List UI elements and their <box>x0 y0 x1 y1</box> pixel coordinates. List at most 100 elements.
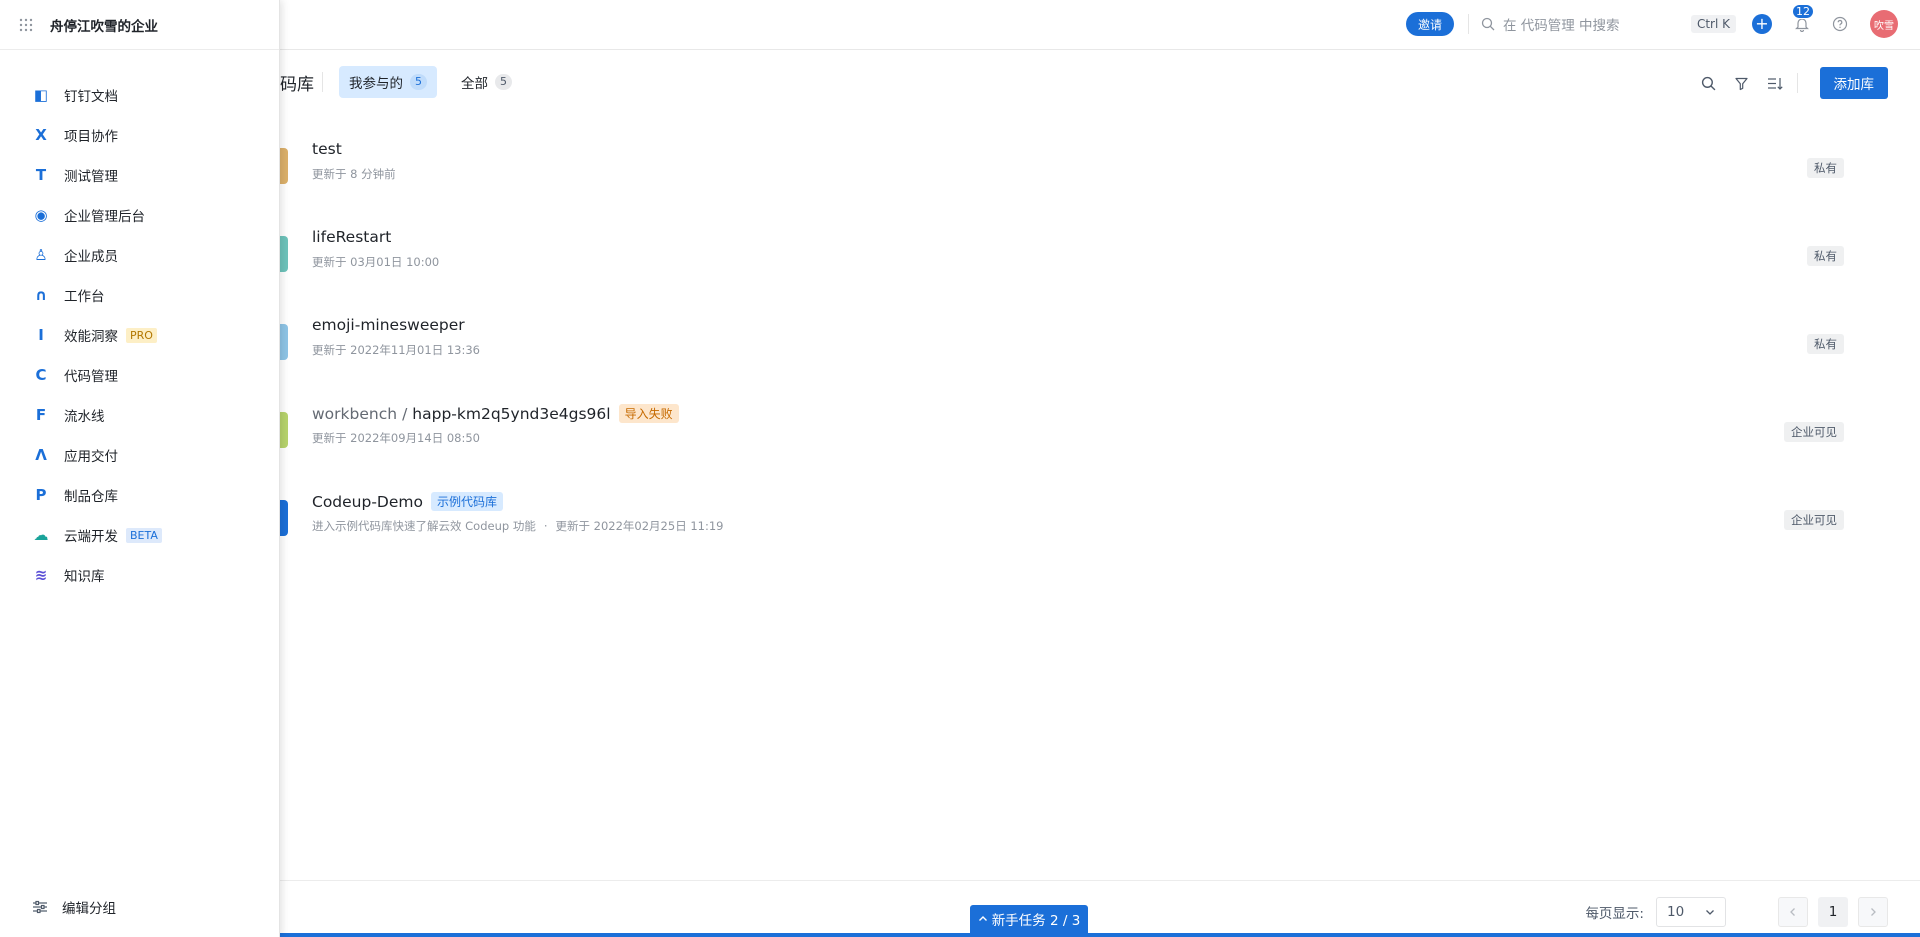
sidebar-item-insight[interactable]: I 效能洞察 PRO <box>0 315 279 355</box>
sidebar-item-badge: PRO <box>126 327 157 343</box>
tab-label: 我参与的 <box>349 76 403 92</box>
divider <box>322 72 323 92</box>
page-title: 码库 <box>280 75 314 95</box>
repo-color-bar <box>280 412 288 448</box>
sidebar-item-pipeline[interactable]: F 流水线 <box>0 395 279 435</box>
sidebar-item-label: 企业成员 <box>64 249 118 265</box>
repo-updated: 更新于 2022年02月25日 11:19 <box>555 519 724 533</box>
help-button[interactable] <box>1832 16 1848 32</box>
add-repo-button[interactable]: 添加库 <box>1819 67 1888 99</box>
sidebar-header: 舟停江吹雪的企业 <box>0 0 279 50</box>
filter-icon[interactable] <box>1734 76 1749 91</box>
sort-icon[interactable] <box>1767 76 1783 91</box>
sidebar-item-label: 知识库 <box>64 569 105 585</box>
top-bar-actions: 邀请 在 代码管理 中搜索 Ctrl K + 12 吹雪 <box>1405 0 1920 48</box>
create-button[interactable]: + <box>1752 14 1772 34</box>
visibility-badge: 私有 <box>1807 246 1844 266</box>
invite-button[interactable]: 邀请 <box>1405 12 1454 36</box>
repo-color-bar <box>280 500 288 536</box>
user-avatar[interactable]: 吹雪 <box>1870 10 1898 38</box>
app-grid-icon[interactable] <box>18 17 34 33</box>
visibility-badge: 企业可见 <box>1784 510 1844 530</box>
demo-repo-tag: 示例代码库 <box>431 492 504 511</box>
chevron-up-icon <box>978 916 987 921</box>
sidebar-item-artifact[interactable]: P 制品仓库 <box>0 475 279 515</box>
repo-row[interactable]: workbench / happ-km2q5ynd3e4gs96l 导入失败 更… <box>280 394 1920 482</box>
repo-namespace[interactable]: workbench <box>312 405 397 423</box>
sidebar-item-members[interactable]: ♙ 企业成员 <box>0 235 279 275</box>
edit-group-button[interactable]: 编辑分组 <box>0 892 116 922</box>
cloud-dev-icon: ☁ <box>33 526 49 544</box>
delivery-icon: Λ <box>35 446 47 464</box>
search-placeholder: 在 代码管理 中搜索 <box>1502 18 1620 34</box>
dingtalk-doc-icon: ◧ <box>33 86 49 104</box>
import-failed-tag: 导入失败 <box>618 404 679 423</box>
search-icon[interactable] <box>1701 76 1716 91</box>
repo-name[interactable]: emoji-minesweeper <box>312 316 465 334</box>
sidebar-item-dingtalk-doc[interactable]: ◧ 钉钉文档 <box>0 75 279 115</box>
list-tools: 添加库 <box>1683 66 1888 100</box>
project-icon: X <box>35 126 47 144</box>
onboarding-tasks-label: 新手任务 2 / 3 <box>991 913 1081 929</box>
bottom-accent-line <box>280 933 1920 937</box>
sidebar-item-label: 应用交付 <box>64 449 118 465</box>
shortcut-hint: Ctrl K <box>1690 15 1736 33</box>
tab-count: 5 <box>495 74 512 90</box>
divider <box>1796 73 1798 93</box>
sidebar-item-admin[interactable]: ◉ 企业管理后台 <box>0 195 279 235</box>
sidebar-item-knowledge[interactable]: ≋ 知识库 <box>0 555 279 595</box>
search-icon <box>1481 17 1495 31</box>
repo-name-text[interactable]: happ-km2q5ynd3e4gs96l <box>412 405 610 423</box>
onboarding-tasks-button[interactable]: 新手任务 2 / 3 <box>970 905 1088 933</box>
sidebar-item-test[interactable]: T 测试管理 <box>0 155 279 195</box>
visibility-badge: 私有 <box>1807 158 1844 178</box>
sidebar-item-workbench[interactable]: ∩ 工作台 <box>0 275 279 315</box>
sidebar-item-cloud-dev[interactable]: ☁ 云端开发 BETA <box>0 515 279 555</box>
workbench-icon: ∩ <box>34 286 48 304</box>
content-header: 码库 我参与的 5 全部 5 添加库 <box>280 66 1920 100</box>
tab-all[interactable]: 全部 5 <box>451 66 522 98</box>
repo-color-bar <box>280 236 288 272</box>
repo-name-text[interactable]: Codeup-Demo <box>312 493 423 511</box>
repo-name[interactable]: Codeup-Demo 示例代码库 <box>312 492 504 511</box>
sidebar-item-label: 制品仓库 <box>64 489 118 505</box>
repo-intro: 进入示例代码库快速了解云效 Codeup 功能 <box>312 519 536 533</box>
sidebar-nav: ◧ 钉钉文档 X 项目协作 T 测试管理 ◉ 企业管理后台 ♙ 企业成员 ∩ 工作台 I 效能洞察 PRO C… <box>0 75 279 595</box>
sidebar-item-label: 工作台 <box>64 289 105 305</box>
tab-mine[interactable]: 我参与的 5 <box>339 66 437 98</box>
org-name[interactable]: 舟停江吹雪的企业 <box>50 15 158 35</box>
repo-name[interactable]: workbench / happ-km2q5ynd3e4gs96l 导入失败 <box>312 404 679 423</box>
sidebar-item-code[interactable]: C 代码管理 <box>0 355 279 395</box>
repo-updated: 更新于 03月01日 10:00 <box>312 255 440 269</box>
artifact-icon: P <box>35 486 47 504</box>
page-size-value: 10 <box>1667 904 1685 920</box>
tab-count: 5 <box>410 74 427 90</box>
prev-page-button[interactable] <box>1778 897 1808 927</box>
repo-updated: 更新于 2022年09月14日 08:50 <box>312 431 480 445</box>
sidebar-item-delivery[interactable]: Λ 应用交付 <box>0 435 279 475</box>
visibility-badge: 企业可见 <box>1784 422 1844 442</box>
edit-group-label: 编辑分组 <box>62 901 116 917</box>
sidebar-item-label: 项目协作 <box>64 129 118 145</box>
sidebar-item-label: 测试管理 <box>64 169 118 185</box>
global-search[interactable]: 在 代码管理 中搜索 <box>1481 14 1691 34</box>
page-number[interactable]: 1 <box>1818 897 1848 927</box>
repo-row[interactable]: emoji-minesweeper 更新于 2022年11月01日 13:36 … <box>280 306 1920 394</box>
members-icon: ♙ <box>34 246 48 264</box>
repo-name[interactable]: test <box>312 140 342 158</box>
chevron-down-icon <box>1706 910 1714 915</box>
sidebar-item-project[interactable]: X 项目协作 <box>0 115 279 155</box>
visibility-badge: 私有 <box>1807 334 1844 354</box>
plus-icon: + <box>1755 14 1769 33</box>
settings-sliders-icon <box>32 899 48 915</box>
repo-name[interactable]: lifeRestart <box>312 228 391 246</box>
repo-row[interactable]: test 更新于 8 分钟前 私有 <box>280 130 1920 218</box>
sidebar-item-label: 流水线 <box>64 409 105 425</box>
next-page-button[interactable] <box>1858 897 1888 927</box>
notification-button[interactable]: 12 <box>1792 4 1814 32</box>
repo-row[interactable]: Codeup-Demo 示例代码库 进入示例代码库快速了解云效 Codeup 功… <box>280 482 1920 570</box>
test-icon: T <box>35 166 47 184</box>
page-size-select[interactable]: 10 <box>1656 897 1726 927</box>
list-footer: 每页显示: 10 1 <box>280 880 1920 937</box>
repo-row[interactable]: lifeRestart 更新于 03月01日 10:00 私有 <box>280 218 1920 306</box>
